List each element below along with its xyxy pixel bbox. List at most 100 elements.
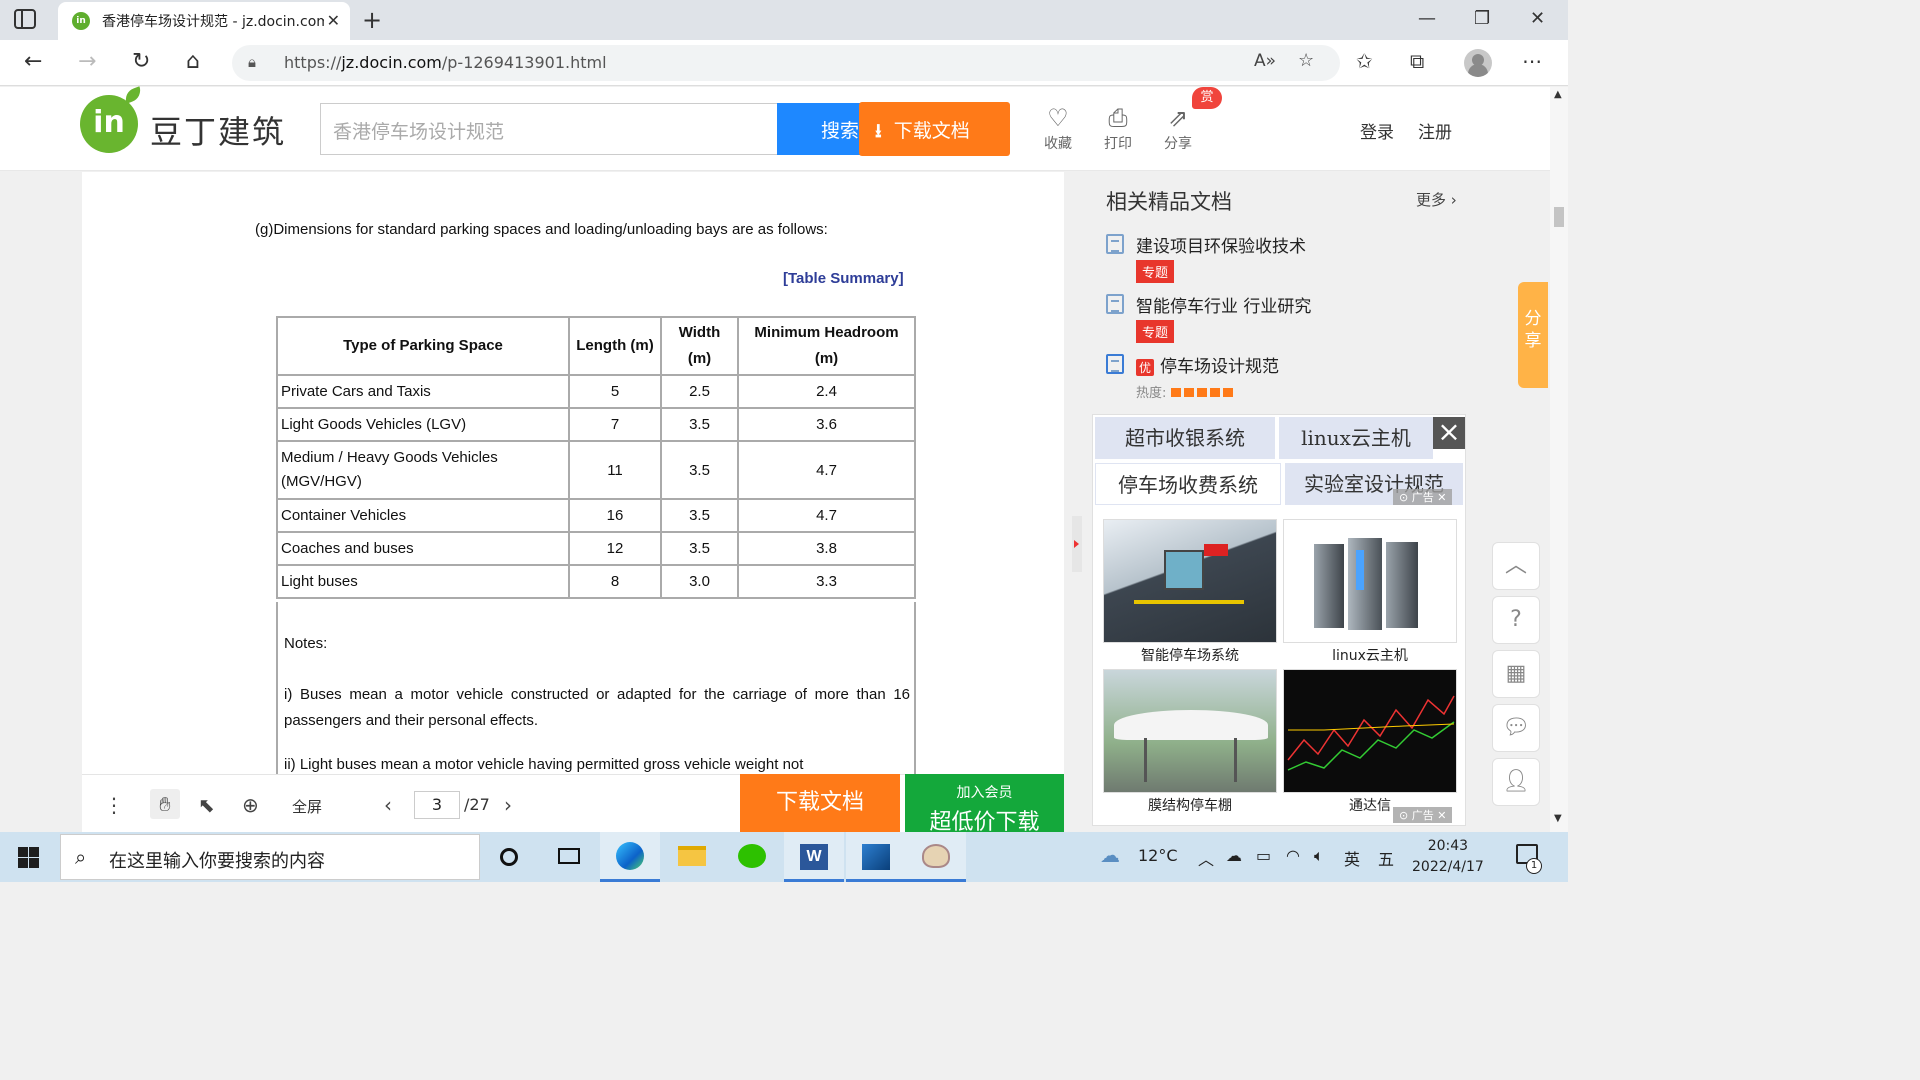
register-link[interactable]: 注册 <box>1418 118 1452 143</box>
logo[interactable]: in <box>80 95 138 153</box>
ad-keyword[interactable]: linux云主机 <box>1279 417 1433 459</box>
battery-icon[interactable]: ▭ <box>1256 846 1271 865</box>
edge-app-icon[interactable] <box>600 832 660 882</box>
related-doc-title[interactable]: 建设项目环保验收技术 <box>1136 232 1306 257</box>
maximize-icon[interactable]: ❐ <box>1474 8 1490 29</box>
close-window-icon[interactable]: ✕ <box>1530 8 1545 29</box>
scroll-down-icon[interactable]: ▼ <box>1554 813 1562 824</box>
select-tool-icon[interactable]: ⬉ <box>198 793 215 817</box>
profile-icon[interactable] <box>1464 49 1492 77</box>
ad-image-canopy <box>1103 669 1277 793</box>
weather-temp[interactable]: 12°C <box>1138 846 1178 865</box>
hand-tool-icon[interactable]: ✋︎ <box>150 789 180 819</box>
back-icon[interactable]: ← <box>24 49 42 74</box>
share-button[interactable]: ⇗ 分享 <box>1158 105 1198 153</box>
zoom-in-icon[interactable]: ⊕ <box>242 793 259 817</box>
read-aloud-icon[interactable]: A» <box>1254 51 1276 71</box>
ad-keyword[interactable]: 停车场收费系统 <box>1095 463 1281 505</box>
new-tab-icon[interactable]: + <box>362 6 382 34</box>
cortana-icon[interactable] <box>480 832 540 882</box>
wechat-icon[interactable]: 💬︎ <box>1492 704 1540 752</box>
hotness-bar <box>1183 388 1194 397</box>
reward-badge[interactable]: 赏 <box>1192 87 1222 109</box>
favorite-button[interactable]: ♡ 收藏 <box>1038 105 1078 153</box>
help-icon[interactable]: ? <box>1492 596 1540 644</box>
ad-keyword[interactable]: 超市收银系统 <box>1095 417 1275 459</box>
home-icon[interactable]: ⌂ <box>186 49 200 74</box>
cell-length: 12 <box>568 531 662 566</box>
volume-icon[interactable]: 🔈︎ <box>1314 846 1324 866</box>
cell-width: 3.5 <box>660 531 739 566</box>
note-item: i) Buses mean a motor vehicle constructe… <box>284 686 910 729</box>
url-field[interactable]: 🔒︎ https://jz.docin.com/p-1269413901.htm… <box>232 45 1340 81</box>
hotness-bar <box>1222 388 1233 397</box>
page-scrollbar[interactable]: ▲ ▼ <box>1550 87 1568 832</box>
cell-width: 3.5 <box>660 498 739 533</box>
close-icon[interactable]: ✕ <box>327 11 340 30</box>
word-app-icon[interactable]: W <box>784 832 844 882</box>
login-link[interactable]: 登录 <box>1360 118 1394 143</box>
page-number-input[interactable]: 3 <box>414 791 460 819</box>
download-button[interactable]: ⭳ 下载文档 <box>859 102 1010 156</box>
cell-length: 7 <box>568 407 662 442</box>
clock-date: 2022/4/17 <box>1412 859 1484 875</box>
wechat-app-icon[interactable] <box>722 832 782 882</box>
search-button[interactable]: 搜索 <box>777 103 867 155</box>
close-icon[interactable]: × <box>1433 417 1465 449</box>
hotness-bar <box>1196 388 1207 397</box>
ad-card[interactable]: linux云主机 <box>1283 519 1457 665</box>
cell-headroom: 3.3 <box>737 564 916 599</box>
tray-overflow-icon[interactable]: ︿ <box>1198 846 1214 870</box>
taskbar-search-input[interactable]: ⌕ 在这里输入你要搜索的内容 <box>60 834 480 880</box>
more-link[interactable]: 更多 › <box>1416 189 1457 210</box>
onedrive-icon[interactable]: ☁ <box>1226 846 1242 865</box>
sidebar-collapse-handle[interactable] <box>1072 516 1082 572</box>
ad-card[interactable]: 智能停车场系统 <box>1103 519 1277 665</box>
system-clock[interactable]: 20:43 2022/4/17 <box>1412 836 1484 878</box>
logo-text[interactable]: 豆丁建筑 <box>150 107 286 153</box>
ad-label[interactable]: ⊙ 广告 ✕ <box>1393 489 1453 505</box>
qr-code-icon[interactable]: ▦ <box>1492 650 1540 698</box>
scroll-top-icon[interactable]: ︿ <box>1492 542 1540 590</box>
scroll-up-icon[interactable]: ▲ <box>1554 89 1562 100</box>
paint-app-icon[interactable] <box>906 832 966 882</box>
scrollbar-thumb[interactable] <box>1554 207 1564 227</box>
photos-app-icon[interactable] <box>846 832 906 882</box>
qq-icon[interactable]: 👤︎ <box>1492 758 1540 806</box>
collections-icon[interactable]: ⧉ <box>1410 49 1424 73</box>
refresh-icon[interactable]: ↻ <box>132 49 150 74</box>
prev-page-icon[interactable]: ‹ <box>384 793 392 817</box>
cell-headroom: 3.8 <box>737 531 916 566</box>
bottom-download-button[interactable]: 下载文档 <box>740 774 900 832</box>
ad-card[interactable]: 膜结构停车棚 <box>1103 669 1277 815</box>
windows-start-icon[interactable] <box>18 847 39 868</box>
more-icon[interactable]: ⋯ <box>1522 49 1542 73</box>
wifi-icon[interactable]: ◠ <box>1286 846 1300 865</box>
next-page-icon[interactable]: › <box>504 793 512 817</box>
cell-type: Light Goods Vehicles (LGV) <box>276 407 570 442</box>
fullscreen-button[interactable]: 全屏 <box>292 796 322 817</box>
favorites-icon[interactable]: ✩ <box>1356 49 1373 73</box>
print-button[interactable]: ⎙ 打印 <box>1098 105 1138 153</box>
minimize-icon[interactable]: — <box>1418 8 1436 29</box>
related-doc-title[interactable]: 优停车场设计规范 <box>1136 352 1279 377</box>
related-doc-title[interactable]: 智能停车行业 行业研究 <box>1136 292 1311 317</box>
search-input[interactable]: 香港停车场设计规范 <box>320 103 778 155</box>
more-vertical-icon[interactable]: ⋮ <box>104 793 124 817</box>
add-favorite-icon[interactable]: ☆ <box>1298 50 1314 71</box>
tab-panel-icon[interactable] <box>14 9 36 29</box>
task-view-icon[interactable] <box>540 832 600 882</box>
member-download-button[interactable]: 加入会员 超低价下载 <box>905 774 1064 835</box>
lock-icon[interactable]: 🔒︎ <box>248 53 256 71</box>
browser-tab[interactable]: in 香港停车场设计规范 - jz.docin.com ✕ <box>58 2 350 40</box>
parking-dimensions-table: Type of Parking Space Length (m) Width (… <box>276 316 916 599</box>
weather-icon[interactable]: ☁ <box>1100 843 1120 867</box>
file-explorer-icon[interactable] <box>662 832 722 882</box>
table-summary-link[interactable]: [Table Summary] <box>783 270 904 287</box>
ime-mode[interactable]: 五 <box>1378 846 1394 870</box>
ime-language[interactable]: 英 <box>1344 846 1360 870</box>
ad-card[interactable]: 通达信 <box>1283 669 1457 815</box>
share-float-button[interactable]: 分享 <box>1518 282 1548 388</box>
ad-label[interactable]: ⊙ 广告 ✕ <box>1393 807 1453 823</box>
forward-icon[interactable]: → <box>78 49 96 74</box>
